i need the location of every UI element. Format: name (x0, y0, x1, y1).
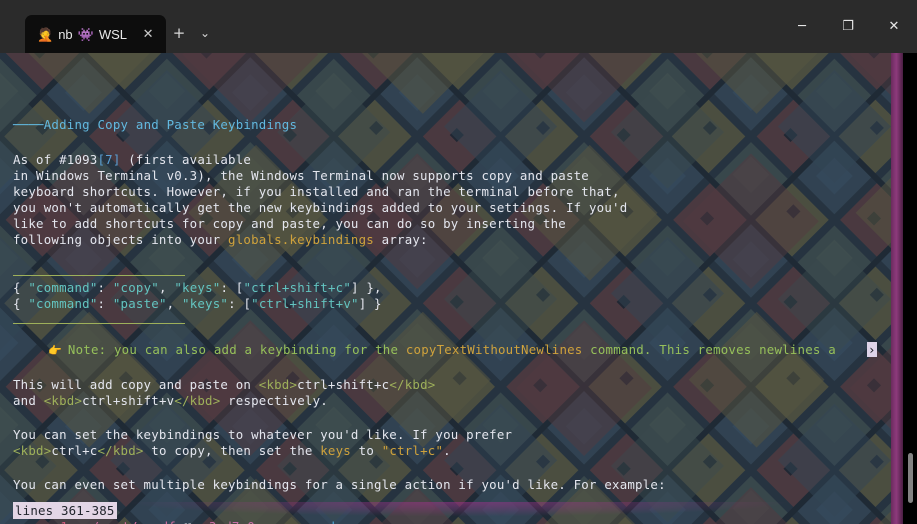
para3-line1: You can set the keybindings to whatever … (13, 427, 513, 442)
tab-icon-left: 🤦 (37, 26, 54, 42)
para1-l6a: following objects into your (13, 232, 229, 247)
para4-line1: You can even set multiple keybindings fo… (13, 477, 666, 492)
para2-kbd2-key: ctrl+shift+v (82, 393, 175, 408)
para1-inline-code: globals.keybindings (228, 232, 374, 247)
code2-brace: { (13, 296, 29, 311)
para3-inline-code: keys (320, 443, 351, 458)
para2-kbd2-open: <kbd> (43, 393, 83, 408)
pointing-hand-icon: 👉 (48, 344, 62, 357)
code1-tail: ] }, (351, 280, 382, 295)
code2-colon2: : [ (228, 296, 252, 311)
code2-colon1: : (97, 296, 113, 311)
code-line-2: { "command": "paste", "keys": ["ctrl+shi… (13, 296, 382, 313)
para1-line3: keyboard shortcuts. However, if you inst… (13, 184, 620, 199)
tab-icon-right: 👾 (77, 26, 94, 42)
minimize-button[interactable]: ─ (779, 0, 825, 53)
code1-key2: "keys" (174, 280, 221, 295)
heading-text: Adding Copy and Paste Keybindings (43, 117, 298, 132)
note-text-a: Note: you can also add a keybinding for … (67, 342, 406, 357)
para1-line5: like to add shortcuts for copy and paste… (13, 216, 566, 231)
note-continuation: › (867, 342, 877, 357)
code2-key1: "command" (28, 296, 98, 311)
code-line-1: { "command": "copy", "keys": ["ctrl+shif… (13, 280, 382, 297)
note-inline-code: copyTextWithoutNewlines (405, 342, 583, 357)
code-rule-bottom (13, 315, 185, 332)
para3-line2: <kbd>ctrl+c</kbd> to copy, then set the … (13, 443, 451, 460)
code1-key1: "command" (28, 280, 98, 295)
para3-kbd-open: <kbd> (13, 443, 52, 458)
code1-val1: "copy" (112, 280, 159, 295)
code2-val1: "paste" (112, 296, 167, 311)
para1-l1b: (first available (120, 152, 252, 167)
para2-l1a: This will add copy and paste on (13, 377, 259, 392)
note-text-b: command. This removes newlines a (582, 342, 836, 357)
para1-line2: in Windows Terminal v0.3), the Windows T… (13, 168, 589, 183)
para2-kbd-close: </kbd> (389, 377, 436, 392)
code1-val2: "ctrl+shift+c" (243, 280, 352, 295)
para3-val: "ctrl+c" (381, 443, 444, 458)
window-controls: ─ ❐ ✕ (779, 0, 917, 53)
para1-l1a: As of #1093 (13, 152, 98, 167)
note-line: 👉 Note: you can also add a keybinding for… (48, 342, 836, 360)
para3-l2a: to copy, then set the (143, 443, 321, 458)
close-button[interactable]: ✕ (871, 0, 917, 53)
para3-kbd-close: </kbd> (97, 443, 144, 458)
maximize-button[interactable]: ❐ (825, 0, 871, 53)
chevron-down-icon[interactable]: ⌄ (192, 20, 218, 46)
para3-l2c: . (443, 443, 451, 458)
code1-colon1: : (97, 280, 113, 295)
terminal-viewport[interactable]: ────Adding Copy and Paste Keybindings As… (0, 53, 917, 524)
code2-val2: "ctrl+shift+v" (251, 296, 359, 311)
code1-colon2: : [ (220, 280, 244, 295)
code1-brace: { (13, 280, 29, 295)
code2-key2: "keys" (182, 296, 229, 311)
para2-kbd2-close: </kbd> (174, 393, 221, 408)
tab-label-left: nb (58, 26, 73, 42)
para2-l2b: respectively. (220, 393, 328, 408)
heading-line: ────Adding Copy and Paste Keybindings (13, 117, 297, 134)
tab-close-icon[interactable]: ✕ (138, 24, 158, 44)
para1-l6b: array: (373, 232, 428, 247)
para1-line4: you won't automatically get the new keyb… (13, 200, 628, 215)
para2-kbd-open: <kbd> (258, 377, 298, 392)
para2-line1: This will add copy and paste on <kbd>ctr… (13, 377, 435, 394)
bottom-glow (0, 502, 917, 524)
heading-rule: ──── (13, 117, 44, 132)
terminal-window: 🤦 nb 👾 WSL ✕ + ⌄ ─ ❐ ✕ ────Adding Copy a… (0, 0, 917, 524)
terminal-text: ────Adding Copy and Paste Keybindings As… (0, 53, 917, 524)
code2-comma: , (166, 296, 183, 311)
code2-tail: ] } (358, 296, 382, 311)
para1-ref[interactable]: [7] (97, 152, 120, 167)
title-bar: 🤦 nb 👾 WSL ✕ + ⌄ ─ ❐ ✕ (0, 0, 917, 53)
para2-l2a: and (13, 393, 44, 408)
tab-strip: 🤦 nb 👾 WSL ✕ + ⌄ (0, 0, 218, 53)
para3-l2b: to (350, 443, 382, 458)
new-tab-button[interactable]: + (166, 20, 192, 46)
para2-line2: and <kbd>ctrl+shift+v</kbd> respectively… (13, 393, 328, 410)
para1-line1: As of #1093[7] (first available (13, 152, 251, 169)
tab-nb-wsl[interactable]: 🤦 nb 👾 WSL ✕ (25, 15, 167, 53)
tab-label-right: WSL (98, 26, 128, 42)
code1-comma: , (158, 280, 175, 295)
para3-kbd-key: ctrl+c (51, 443, 98, 458)
para1-line6: following objects into your globals.keyb… (13, 232, 428, 249)
para2-kbd-key: ctrl+shift+c (297, 377, 390, 392)
